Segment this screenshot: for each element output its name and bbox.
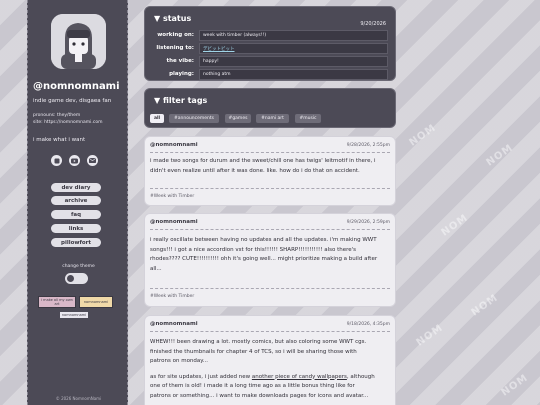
nav-archive[interactable]: archive bbox=[51, 196, 101, 205]
small-badge[interactable]: nomnomnami bbox=[60, 312, 88, 318]
status-label: working on: bbox=[157, 32, 194, 38]
nav-pillowfort[interactable]: pillowfort bbox=[51, 238, 101, 247]
post-body: WHEW!!! been drawing a lot. mostly comic… bbox=[150, 338, 390, 401]
post-date: 9/28/2026, 2:55pm bbox=[346, 143, 390, 148]
username: @nomnomnami bbox=[33, 81, 120, 92]
post-card: @nomnomnami 9/18/2026, 4:35pm WHEW!!! be… bbox=[144, 315, 396, 405]
triangle-down-icon: ▼ bbox=[154, 96, 163, 105]
post-line: as for site updates, i just added new an… bbox=[150, 373, 375, 380]
post-card: @nomnomnami 9/29/2026, 2:59pm i really o… bbox=[144, 213, 396, 307]
mail-icon bbox=[89, 158, 96, 163]
post-line: i made two songs for durum and the sweet… bbox=[150, 158, 376, 164]
tag-announcements[interactable]: #announcements bbox=[169, 114, 219, 123]
nav-faq[interactable]: faq bbox=[51, 210, 101, 219]
tumblr-icon bbox=[54, 158, 59, 163]
youtube-icon-button[interactable] bbox=[69, 155, 80, 166]
status-date: 9/20/2026 bbox=[360, 21, 386, 27]
divider bbox=[150, 288, 390, 289]
listening-link[interactable]: デビットビット bbox=[203, 46, 235, 52]
post-date: 9/18/2026, 4:35pm bbox=[346, 322, 390, 327]
status-value: happy! bbox=[199, 56, 388, 67]
youtube-icon bbox=[71, 158, 78, 163]
status-value: week with timber (always!!) bbox=[199, 30, 388, 41]
post-username[interactable]: @nomnomnami bbox=[150, 142, 198, 148]
post-line: one of them is old! i made it a long tim… bbox=[150, 383, 355, 389]
triangle-down-icon: ▼ bbox=[154, 14, 163, 23]
nav-dev-diary[interactable]: dev diary bbox=[51, 183, 101, 192]
status-panel: ▼ status 9/20/2026 working on: week with… bbox=[144, 6, 396, 81]
status-label: the vibe: bbox=[166, 58, 194, 64]
badge-button[interactable]: nomnomnami bbox=[79, 296, 113, 308]
tagline: i make what i want bbox=[33, 137, 86, 143]
status-value: nothing atm bbox=[199, 69, 388, 80]
tumblr-icon-button[interactable] bbox=[51, 155, 62, 166]
tag-games[interactable]: #games bbox=[225, 114, 251, 123]
tag-music[interactable]: #music bbox=[295, 114, 321, 123]
post-username[interactable]: @nomnomnami bbox=[150, 321, 198, 327]
post-line: didn't even realize until after it was d… bbox=[150, 167, 360, 174]
post-card: @nomnomnami 9/28/2026, 2:55pm i made two… bbox=[144, 136, 396, 206]
mail-icon-button[interactable] bbox=[87, 155, 98, 166]
post-body: i made two songs for durum and the sweet… bbox=[150, 157, 390, 176]
post-line: finished the thumbnails for chapter 4 of… bbox=[150, 348, 357, 355]
theme-toggle[interactable] bbox=[65, 273, 88, 284]
toggle-knob bbox=[67, 275, 74, 282]
post-line: patrons on monday... bbox=[150, 358, 209, 364]
post-tag[interactable]: #Week with Timber bbox=[150, 194, 194, 199]
wallpapers-link[interactable]: another piece of candy wallpapers bbox=[252, 374, 347, 380]
divider bbox=[150, 229, 390, 230]
filter-title: ▼ filter tags bbox=[154, 96, 207, 105]
badge-button[interactable]: i make all my own art bbox=[38, 296, 76, 308]
status-value: デビットビット bbox=[199, 43, 388, 54]
post-body: i really oscillate between having no upd… bbox=[150, 236, 390, 274]
filter-panel: ▼ filter tags all #announcements #games … bbox=[144, 88, 396, 128]
post-line: rhodes???? CUTE!!!!!!!!!! ohh it's going… bbox=[150, 256, 378, 262]
status-label: listening to: bbox=[156, 45, 194, 51]
tag-all[interactable]: all bbox=[150, 114, 164, 123]
divider bbox=[150, 331, 390, 332]
sidebar: @nomnomnami indie game dev, disgaea fan … bbox=[27, 0, 128, 405]
nav-links[interactable]: links bbox=[51, 224, 101, 233]
divider bbox=[150, 188, 390, 189]
post-tag[interactable]: #Week with Timber bbox=[150, 294, 194, 299]
status-label: playing: bbox=[169, 71, 194, 77]
status-title: ▼ status bbox=[154, 14, 191, 23]
post-line: patrons or something... i want to make d… bbox=[150, 392, 369, 399]
post-line: songs!!! i got a nice accordion vst for … bbox=[150, 246, 357, 253]
bio: indie game dev, disgaea fan bbox=[33, 98, 112, 104]
copyright: © 2026 NomnomNami bbox=[55, 396, 102, 401]
post-line: all... bbox=[150, 265, 162, 272]
post-username[interactable]: @nomnomnami bbox=[150, 219, 198, 225]
avatar bbox=[51, 14, 106, 69]
site-link[interactable]: site: https://nomnomnami.com bbox=[33, 120, 102, 125]
post-line: i really oscillate between having no upd… bbox=[150, 237, 377, 243]
pronouns: pronouns: they/them bbox=[33, 113, 81, 118]
divider bbox=[150, 152, 390, 153]
post-date: 9/29/2026, 2:59pm bbox=[346, 220, 390, 225]
theme-label: change theme bbox=[62, 264, 95, 269]
post-line: WHEW!!! been drawing a lot. mostly comic… bbox=[150, 339, 367, 345]
filter-title-text: filter tags bbox=[162, 96, 208, 105]
tag-nami-art[interactable]: #nami art bbox=[256, 114, 289, 123]
status-title-text: status bbox=[162, 14, 192, 23]
